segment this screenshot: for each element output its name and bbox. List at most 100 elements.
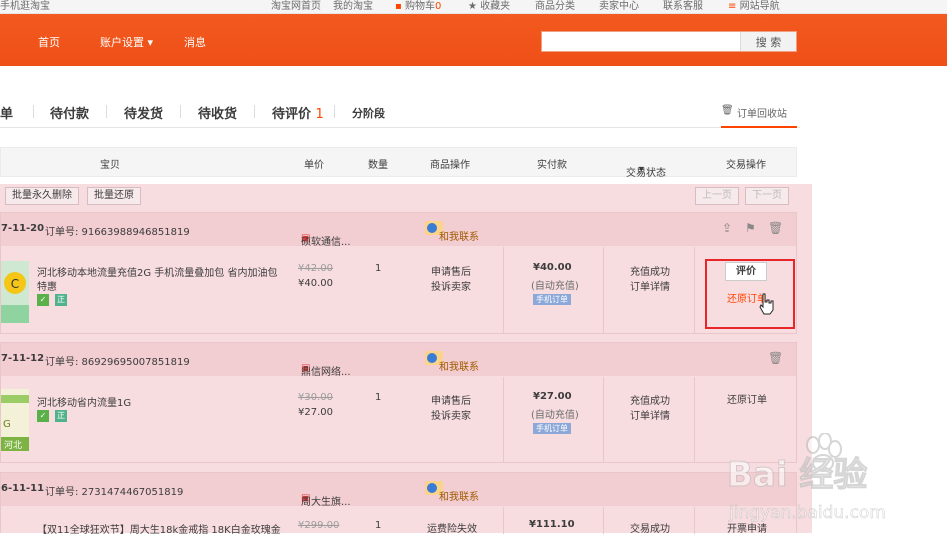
cart-link[interactable]: ▪ 购物车0 <box>395 0 441 12</box>
customer-service-link[interactable]: 联系客服 <box>663 0 703 12</box>
mobile-link[interactable]: 手机逛淘宝 <box>0 0 50 12</box>
tab-pending-payment[interactable]: 待付款 <box>50 103 89 122</box>
order-tabs: 单 待付款 待发货 待收货 待评价 1 分阶段 🗑 订单回收站 <box>0 92 800 128</box>
paid-amount: ¥111.10 <box>529 519 575 530</box>
col-status-filter[interactable]: 交易状态 ▾ <box>626 156 666 179</box>
highlight-box <box>705 259 795 329</box>
auto-recharge-note: (自动充值) <box>531 281 579 292</box>
trade-status: 充值成功 <box>630 267 670 278</box>
share-icon[interactable]: ⇪ <box>722 221 732 235</box>
order-date: 6-11-11 <box>1 483 45 494</box>
mobile-order-tag: 手机订单 <box>533 423 571 434</box>
product-title[interactable]: 【双11全球狂欢节】周大生18k金戒指 18K白金玫瑰金 <box>37 521 281 536</box>
product-thumbnail[interactable]: C <box>1 261 29 323</box>
nav-account-settings[interactable]: 账户设置 ▾ <box>100 34 153 50</box>
batch-delete-button[interactable]: 批量永久删除 <box>5 187 79 205</box>
cart-icon: ▪ <box>395 1 402 12</box>
guarantee-icon: ✓ <box>37 294 49 306</box>
tab-divider <box>180 105 181 118</box>
watermark-url: jingyan.baidu.com <box>729 503 886 524</box>
next-page-button[interactable]: 下一页 <box>745 187 789 205</box>
column-divider <box>694 377 695 462</box>
authentic-icon: 正 <box>55 410 67 422</box>
order-card: 7-11-20 订单号: 91663988946851819 ▣ 硕软通信...… <box>0 212 797 334</box>
trade-status: 充值成功 <box>630 396 670 407</box>
product-title-line2[interactable]: 特惠 <box>37 278 57 293</box>
column-divider <box>603 377 604 462</box>
taobao-home-link[interactable]: 淘宝网首页 <box>271 0 321 12</box>
quantity: 1 <box>375 392 382 403</box>
tab-all-orders[interactable]: 单 <box>0 103 13 122</box>
main-nav: 首页 账户设置 ▾ 消息 搜 索 <box>0 14 947 66</box>
quantity: 1 <box>375 263 382 274</box>
guarantee-icon: ✓ <box>37 410 49 422</box>
nav-messages[interactable]: 消息 <box>184 34 206 50</box>
order-card: 7-11-12 订单号: 86929695007851819 ▣ 鼎信网络...… <box>0 342 797 463</box>
tab-divider <box>33 105 34 118</box>
tab-divider <box>334 105 335 118</box>
column-divider <box>694 247 695 333</box>
col-quantity: 数量 <box>368 160 388 171</box>
delete-icon[interactable]: 🗑 <box>768 221 783 235</box>
sitemap-link[interactable]: ≡ 网站导航 <box>728 0 780 12</box>
order-header: 7-11-20 订单号: 91663988946851819 ▣ 硕软通信...… <box>1 213 796 248</box>
search-box: 搜 索 <box>541 31 797 52</box>
paid-amount: ¥40.00 <box>533 262 572 273</box>
my-taobao-link[interactable]: 我的淘宝 <box>333 0 373 12</box>
nav-home[interactable]: 首页 <box>38 34 60 50</box>
original-price: ¥42.00 <box>298 263 333 274</box>
after-sale-link[interactable]: 申请售后 <box>431 263 471 278</box>
original-price: ¥299.00 <box>298 520 340 531</box>
original-price: ¥30.00 <box>298 392 333 403</box>
thumbnail-label: 河北 <box>4 441 23 451</box>
col-paid: 实付款 <box>537 160 567 171</box>
search-button[interactable]: 搜 索 <box>740 32 796 51</box>
review-count-badge: 1 <box>315 107 324 122</box>
categories-link[interactable]: 商品分类 <box>535 0 575 12</box>
tab-order-recycle-bin[interactable]: 🗑 订单回收站 <box>721 92 797 128</box>
batch-restore-button[interactable]: 批量还原 <box>87 187 141 205</box>
order-detail-link[interactable]: 订单详情 <box>630 407 670 422</box>
svg-text:G: G <box>3 419 11 430</box>
complain-seller-link[interactable]: 投诉卖家 <box>431 278 471 293</box>
svg-text:C: C <box>11 277 19 291</box>
chat-icon <box>427 353 437 363</box>
quantity: 1 <box>375 520 382 531</box>
contact-seller-button[interactable]: 和我联系 <box>425 351 479 373</box>
prev-page-button[interactable]: 上一页 <box>695 187 739 205</box>
watermark-brand: Bai 经验 <box>726 455 868 496</box>
order-detail-link[interactable]: 订单详情 <box>630 278 670 293</box>
product-thumbnail[interactable]: G 河北 <box>1 389 29 451</box>
seller-center-link[interactable]: 卖家中心 <box>599 0 639 12</box>
flag-icon[interactable]: ⚑ <box>745 221 756 235</box>
after-sale-link[interactable]: 申请售后 <box>431 392 471 407</box>
tab-divider <box>254 105 255 118</box>
search-input[interactable] <box>542 32 740 51</box>
favorites-link[interactable]: ★ 收藏夹 <box>468 0 510 12</box>
order-date: 7-11-20 <box>1 223 45 234</box>
product-title[interactable]: 河北移动本地流量充值2G 手机流量叠加包 省内加油包 <box>37 264 277 279</box>
tab-pending-receipt[interactable]: 待收货 <box>198 103 237 122</box>
contact-seller-button[interactable]: 和我联系 <box>425 221 479 243</box>
product-title[interactable]: 河北移动省内流量1G <box>37 394 131 409</box>
tab-pending-review[interactable]: 待评价 1 <box>272 103 324 122</box>
order-number: 订单号: 86929695007851819 <box>45 357 190 368</box>
col-item: 宝贝 <box>100 160 120 171</box>
column-divider <box>503 247 504 333</box>
mobile-order-tag: 手机订单 <box>533 294 571 305</box>
column-divider <box>603 247 604 333</box>
tab-pending-shipment[interactable]: 待发货 <box>124 103 163 122</box>
restore-order-link[interactable]: 还原订单 <box>727 391 767 406</box>
auto-recharge-note: (自动充值) <box>531 410 579 421</box>
delete-icon[interactable]: 🗑 <box>768 351 783 365</box>
col-actions: 交易操作 <box>726 160 766 171</box>
order-date: 7-11-12 <box>1 353 45 364</box>
paid-amount: ¥27.00 <box>533 391 572 402</box>
contact-seller-button[interactable]: 和我联系 <box>425 481 479 503</box>
order-number: 订单号: 91663988946851819 <box>45 227 190 238</box>
order-header: 7-11-12 订单号: 86929695007851819 ▣ 鼎信网络...… <box>1 343 796 378</box>
recycle-bin-label: 订单回收站 <box>737 109 787 120</box>
complain-seller-link[interactable]: 投诉卖家 <box>431 407 471 422</box>
tab-installment[interactable]: 分阶段 <box>352 105 385 121</box>
col-unit-price: 单价 <box>304 160 324 171</box>
